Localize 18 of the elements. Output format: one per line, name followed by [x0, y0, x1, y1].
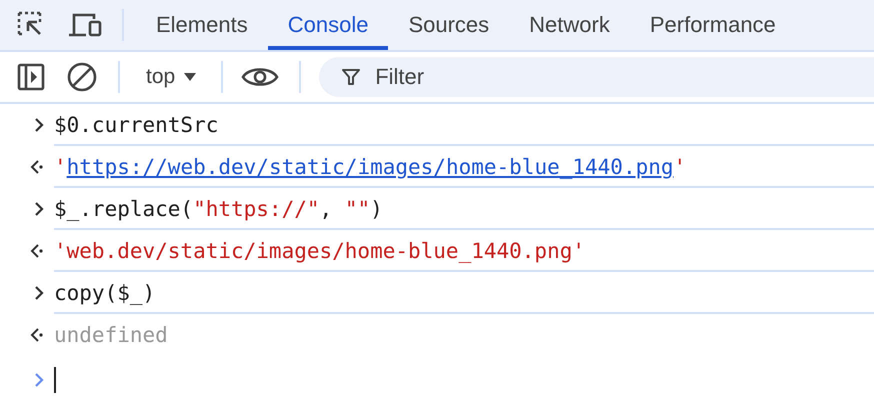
command-text: copy($_) [54, 281, 156, 305]
tab[interactable]: Sources [388, 0, 510, 50]
tab[interactable]: Network [509, 0, 630, 50]
filter-field[interactable]: Filter [319, 57, 874, 97]
sidebar-toggle-icon[interactable] [16, 62, 46, 92]
result-text: 'web.dev/static/images/home-blue_1440.png' [54, 239, 586, 263]
result-text: 'https://web.dev/static/images/home-blue_1440.png' [54, 155, 686, 179]
link[interactable]: https://web.dev/static/images/home-blue_1440.png [66, 155, 674, 179]
clear-console-icon[interactable] [66, 61, 98, 93]
filter-icon [341, 67, 362, 87]
context-dropdown[interactable]: top [138, 65, 206, 89]
tab[interactable]: Console [268, 0, 388, 50]
tab[interactable]: Performance [630, 0, 796, 50]
caret-icon [183, 72, 198, 82]
command-text: $_.replace("https://", "") [54, 197, 383, 221]
command-text: $0.currentSrc [54, 113, 218, 137]
result-text: undefined [54, 323, 168, 347]
tab[interactable]: Elements [136, 0, 268, 50]
